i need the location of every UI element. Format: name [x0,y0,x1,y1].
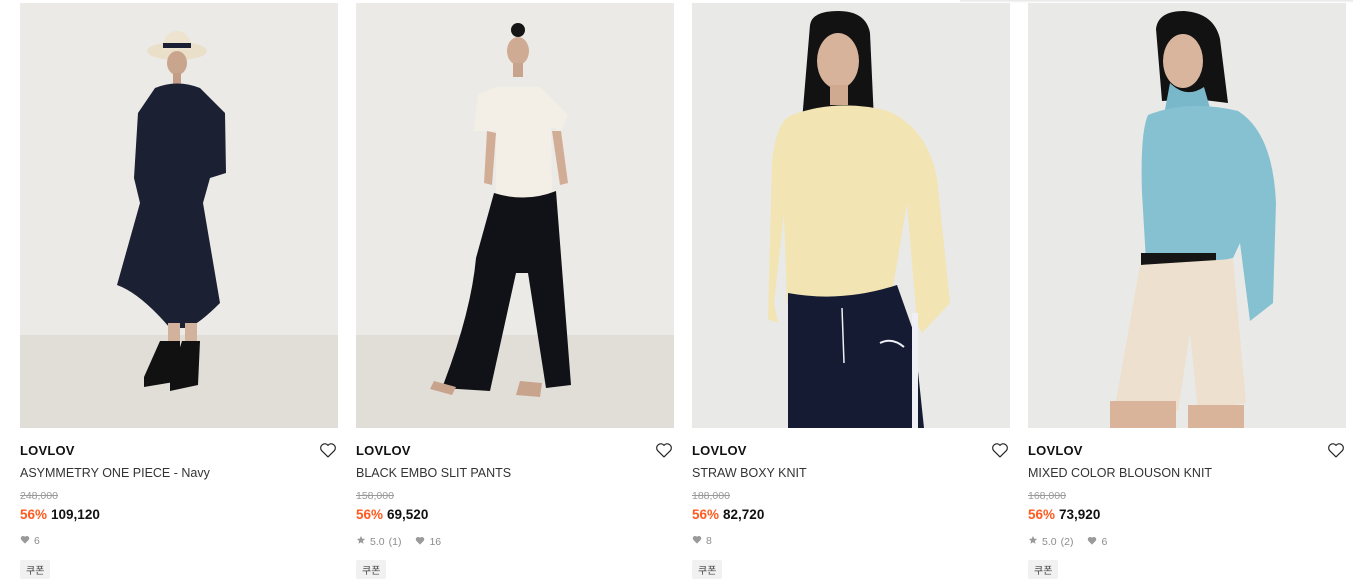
heart-filled-icon [1087,536,1097,548]
product-card[interactable]: LOVLOV BLACK EMBO SLIT PANTS 158,000 56%… [356,3,674,584]
wishlist-heart-icon[interactable] [990,440,1010,460]
product-meta: 5.0 (2) 6 [1028,535,1107,548]
wishlist-heart-icon[interactable] [654,440,674,460]
product-image[interactable] [1028,3,1346,428]
product-name[interactable]: MIXED COLOR BLOUSON KNIT [1028,466,1212,480]
discount-rate: 56% [356,507,384,522]
star-icon [356,535,366,548]
like-count: 6 [1101,535,1108,548]
like-count: 6 [34,535,40,547]
product-card[interactable]: LOVLOV MIXED COLOR BLOUSON KNIT 168,000 … [1028,3,1346,584]
brand-row: LOVLOV [356,440,674,460]
brand-row: LOVLOV [692,440,1010,460]
coupon-badge: 쿠폰 [356,560,387,579]
product-name[interactable]: STRAW BOXY KNIT [692,466,807,480]
product-grid: LOVLOV ASYMMETRY ONE PIECE - Navy 248,00… [20,3,1346,584]
heart-filled-icon [415,536,425,548]
brand-name[interactable]: LOVLOV [356,443,411,458]
product-image[interactable] [356,3,674,428]
product-meta: 8 [692,535,712,547]
wishlist-heart-icon[interactable] [318,440,338,460]
brand-row: LOVLOV [1028,440,1346,460]
price-row: 56% 69,520 [356,507,428,522]
price-row: 56% 82,720 [692,507,764,522]
price-row: 56% 73,920 [1028,507,1100,522]
sale-price: 73,920 [1059,507,1101,522]
product-meta: 5.0 (1) 16 [356,535,441,548]
wishlist-heart-icon[interactable] [1326,440,1346,460]
product-image[interactable] [692,3,1010,428]
original-price: 168,000 [1028,490,1066,502]
original-price: 158,000 [356,490,394,502]
brand-name[interactable]: LOVLOV [1028,443,1083,458]
heart-filled-icon [692,535,702,547]
original-price: 248,000 [20,490,58,502]
rating-count: (2) [1060,535,1074,548]
price-row: 56% 109,120 [20,507,100,522]
like-count: 16 [429,535,442,548]
sale-price: 69,520 [387,507,429,522]
rating-count: (1) [388,535,402,548]
heart-filled-icon [20,535,30,547]
rating-score: 5.0 [370,535,385,548]
product-name[interactable]: ASYMMETRY ONE PIECE - Navy [20,466,210,480]
brand-row: LOVLOV [20,440,338,460]
coupon-badge: 쿠폰 [1028,560,1059,579]
sale-price: 109,120 [51,507,100,522]
product-card[interactable]: LOVLOV ASYMMETRY ONE PIECE - Navy 248,00… [20,3,338,584]
like-count: 8 [706,535,712,547]
brand-name[interactable]: LOVLOV [20,443,75,458]
discount-rate: 56% [1028,507,1056,522]
sale-price: 82,720 [723,507,765,522]
brand-name[interactable]: LOVLOV [692,443,747,458]
coupon-badge: 쿠폰 [692,560,723,579]
rating-score: 5.0 [1042,535,1057,548]
star-icon [1028,535,1038,548]
original-price: 188,000 [692,490,730,502]
product-image[interactable] [20,3,338,428]
discount-rate: 56% [20,507,48,522]
product-card[interactable]: LOVLOV STRAW BOXY KNIT 188,000 56% 82,720… [692,3,1010,584]
product-name[interactable]: BLACK EMBO SLIT PANTS [356,466,511,480]
product-meta: 6 [20,535,40,547]
coupon-badge: 쿠폰 [20,560,51,579]
discount-rate: 56% [692,507,720,522]
